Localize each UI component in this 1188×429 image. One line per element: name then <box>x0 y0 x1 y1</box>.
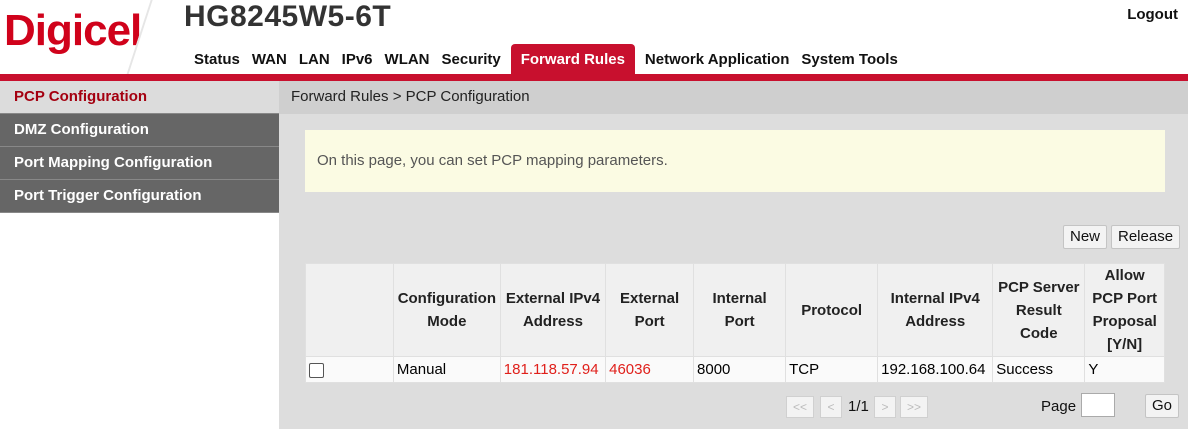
cell-protocol: TCP <box>785 356 879 383</box>
next-page-button[interactable]: > <box>874 396 896 418</box>
tab-lan[interactable]: LAN <box>293 44 336 74</box>
tab-wlan[interactable]: WLAN <box>379 44 436 74</box>
sidebar-item-port-mapping-configuration[interactable]: Port Mapping Configuration <box>0 147 279 180</box>
tab-wan[interactable]: WAN <box>246 44 293 74</box>
sidebar: PCP Configuration DMZ Configuration Port… <box>0 81 279 429</box>
release-button[interactable]: Release <box>1111 225 1181 249</box>
sidebar-item-pcp-configuration[interactable]: PCP Configuration <box>0 81 279 114</box>
column-header-external-ipv4-address: External IPv4 Address <box>499 263 607 357</box>
main-content: Forward Rules > PCP Configuration On thi… <box>279 81 1188 429</box>
row-select-cell <box>305 356 394 383</box>
main-nav: Status WAN LAN IPv6 WLAN Security Forwar… <box>188 44 904 74</box>
tab-system-tools[interactable]: System Tools <box>795 44 903 74</box>
go-button[interactable]: Go <box>1145 394 1180 418</box>
tab-status[interactable]: Status <box>188 44 246 74</box>
page-label: Page <box>1041 398 1077 415</box>
column-header-internal-port: Internal Port <box>693 263 787 357</box>
tab-ipv6[interactable]: IPv6 <box>336 44 379 74</box>
cell-internal-ipv4-address: 192.168.100.64 <box>877 356 994 383</box>
pcp-mapping-table: Configuration Mode External IPv4 Address… <box>305 263 1165 383</box>
first-page-button[interactable]: << <box>786 396 814 418</box>
column-header-external-port: External Port <box>605 263 695 357</box>
sidebar-item-dmz-configuration[interactable]: DMZ Configuration <box>0 114 279 147</box>
sidebar-item-port-trigger-configuration[interactable]: Port Trigger Configuration <box>0 180 279 213</box>
cell-allow-pcp-port-proposal: Y <box>1084 356 1165 383</box>
tab-forward-rules[interactable]: Forward Rules <box>510 44 635 74</box>
page-number-input[interactable] <box>1081 393 1115 417</box>
table-row[interactable]: Manual 181.118.57.94 46036 8000 TCP 192.… <box>305 356 1165 383</box>
table-header-row: Configuration Mode External IPv4 Address… <box>305 263 1165 357</box>
row-select-checkbox[interactable] <box>309 362 324 378</box>
cell-internal-port: 8000 <box>693 356 787 383</box>
page-description: On this page, you can set PCP mapping pa… <box>305 130 1165 192</box>
digicel-logo[interactable]: Digicel <box>4 6 142 56</box>
page-status: 1/1 <box>848 398 869 415</box>
cell-external-port: 46036 <box>605 356 695 383</box>
select-column-header <box>305 263 394 357</box>
column-header-protocol: Protocol <box>785 263 879 357</box>
nav-underline-bar <box>0 74 1188 81</box>
logout-link[interactable]: Logout <box>1127 6 1178 23</box>
cell-external-ipv4-address: 181.118.57.94 <box>499 356 607 383</box>
header: Digicel HG8245W5-6T Logout Status WAN LA… <box>0 0 1188 78</box>
tab-security[interactable]: Security <box>436 44 507 74</box>
cell-pcp-server-result-code: Success <box>992 356 1086 383</box>
device-model-title: HG8245W5-6T <box>184 0 392 33</box>
column-header-pcp-server-result-code: PCP Server Result Code <box>992 263 1086 357</box>
column-header-configuration-mode: Configuration Mode <box>392 263 501 357</box>
tab-network-application[interactable]: Network Application <box>639 44 795 74</box>
last-page-button[interactable]: >> <box>900 396 928 418</box>
new-button[interactable]: New <box>1063 225 1108 249</box>
content-body: On this page, you can set PCP mapping pa… <box>279 114 1188 429</box>
column-header-internal-ipv4-address: Internal IPv4 Address <box>877 263 994 357</box>
column-header-allow-pcp-port-proposal: Allow PCP Port Proposal [Y/N] <box>1084 263 1165 357</box>
prev-page-button[interactable]: < <box>820 396 842 418</box>
breadcrumb: Forward Rules > PCP Configuration <box>279 81 1188 113</box>
cell-configuration-mode: Manual <box>392 356 501 383</box>
